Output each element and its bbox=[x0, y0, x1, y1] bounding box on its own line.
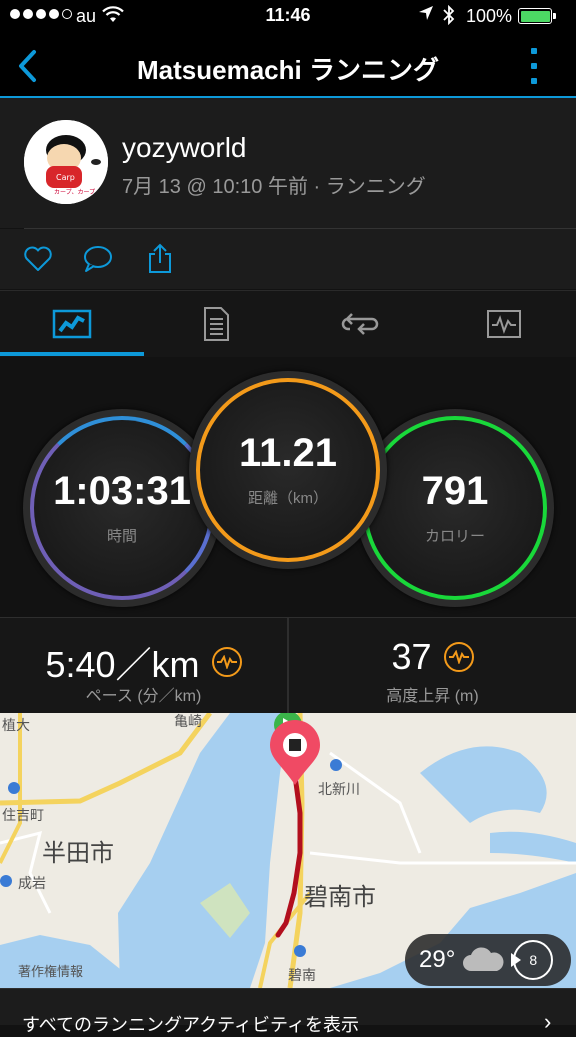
elevation-label: 高度上昇 (m) bbox=[386, 688, 479, 705]
distance-label: 距離（km） bbox=[248, 489, 328, 507]
pace-metric: 5:40／km bbox=[0, 636, 287, 688]
share-button[interactable] bbox=[144, 243, 176, 275]
battery-tip bbox=[553, 13, 556, 19]
time-label: 時間 bbox=[106, 527, 137, 545]
more-menu-button[interactable] bbox=[520, 46, 548, 86]
location-arrow-icon bbox=[418, 5, 434, 26]
calories-label: カロリー bbox=[424, 527, 485, 545]
active-tab-indicator bbox=[0, 352, 144, 356]
elevation-value: 37 bbox=[391, 636, 432, 677]
all-activities-link[interactable]: すべてのランニングアクティビティを表示 › bbox=[0, 988, 576, 1035]
more-dots-icon bbox=[531, 48, 537, 54]
map-label: 北新川 bbox=[318, 781, 360, 797]
wind-arrow-icon bbox=[511, 953, 522, 967]
comment-button[interactable] bbox=[82, 243, 114, 275]
distance-ring: 11.21 距離（km） bbox=[189, 371, 387, 569]
battery-icon bbox=[518, 8, 552, 24]
avatar[interactable]: Carp カープ、カープ bbox=[24, 120, 108, 204]
laps-icon bbox=[341, 313, 379, 335]
like-button[interactable] bbox=[22, 243, 54, 275]
pace-value: 5:40／km bbox=[45, 644, 200, 685]
metric-divider bbox=[287, 617, 289, 713]
comment-icon bbox=[84, 246, 112, 272]
charts-icon bbox=[487, 310, 521, 338]
heart-icon bbox=[24, 246, 52, 271]
share-icon bbox=[149, 243, 171, 273]
map-label: 碧南 bbox=[288, 967, 316, 983]
all-activities-label: すべてのランニングアクティビティを表示 bbox=[22, 1015, 359, 1035]
tab-laps[interactable] bbox=[288, 291, 432, 357]
map-label: 碧南市 bbox=[304, 884, 376, 911]
action-bar bbox=[0, 229, 576, 289]
details-icon bbox=[204, 307, 229, 341]
wind-speed: 8 bbox=[529, 952, 538, 968]
map-label: 半田市 bbox=[42, 840, 114, 867]
tab-details[interactable] bbox=[144, 291, 288, 357]
time-ring: 1:03:31 時間 bbox=[23, 409, 221, 607]
username[interactable]: yozyworld bbox=[122, 132, 246, 164]
tab-overview[interactable] bbox=[0, 291, 144, 357]
svg-text:カープ、カープ: カープ、カープ bbox=[54, 189, 95, 196]
pulse-icon bbox=[211, 647, 242, 677]
map-label: 植大 bbox=[2, 717, 30, 733]
weather-badge[interactable]: 29° 8 bbox=[405, 934, 571, 986]
elevation-metric: 37 bbox=[289, 636, 576, 678]
map-label: 亀崎 bbox=[174, 713, 202, 729]
bluetooth-icon bbox=[442, 4, 456, 30]
map-label: 住吉町 bbox=[2, 807, 44, 823]
map-label: 成岩 bbox=[18, 875, 46, 891]
pace-label: ペース (分／km) bbox=[85, 688, 202, 705]
overview-icon bbox=[52, 309, 92, 339]
svg-text:Carp: Carp bbox=[56, 173, 75, 182]
distance-value: 11.21 bbox=[239, 430, 337, 475]
map-copyright-link[interactable]: 著作権情報 bbox=[18, 961, 83, 980]
back-button[interactable] bbox=[12, 46, 46, 86]
temperature: 29° bbox=[419, 946, 456, 973]
activity-meta: 7月 13 @ 10:10 午前 · ランニング bbox=[122, 176, 426, 198]
wind-indicator: 8 bbox=[511, 940, 554, 980]
page-title: Matsuemachi ランニング bbox=[137, 55, 439, 85]
chevron-left-icon bbox=[19, 50, 36, 82]
cloud-icon bbox=[463, 947, 504, 971]
activity-header: Carp カープ、カープ yozyworld 7月 13 @ 10:10 午前 … bbox=[0, 98, 576, 228]
time-value: 1:03:31 bbox=[53, 468, 191, 513]
stats-panel: 1:03:31 時間 791 カロリー 11.21 距離（km） bbox=[0, 357, 576, 617]
chevron-right-icon: › bbox=[544, 1009, 552, 1034]
tab-bar bbox=[0, 290, 576, 358]
calories-ring: 791 カロリー bbox=[356, 409, 554, 607]
calories-value: 791 bbox=[421, 468, 489, 513]
pulse-icon bbox=[443, 642, 474, 672]
battery-percent: 100% bbox=[466, 6, 513, 26]
nav-bar: Matsuemachi ランニング bbox=[0, 32, 576, 98]
status-bar: au 11:46 100% bbox=[0, 0, 576, 32]
tab-charts[interactable] bbox=[432, 291, 576, 357]
